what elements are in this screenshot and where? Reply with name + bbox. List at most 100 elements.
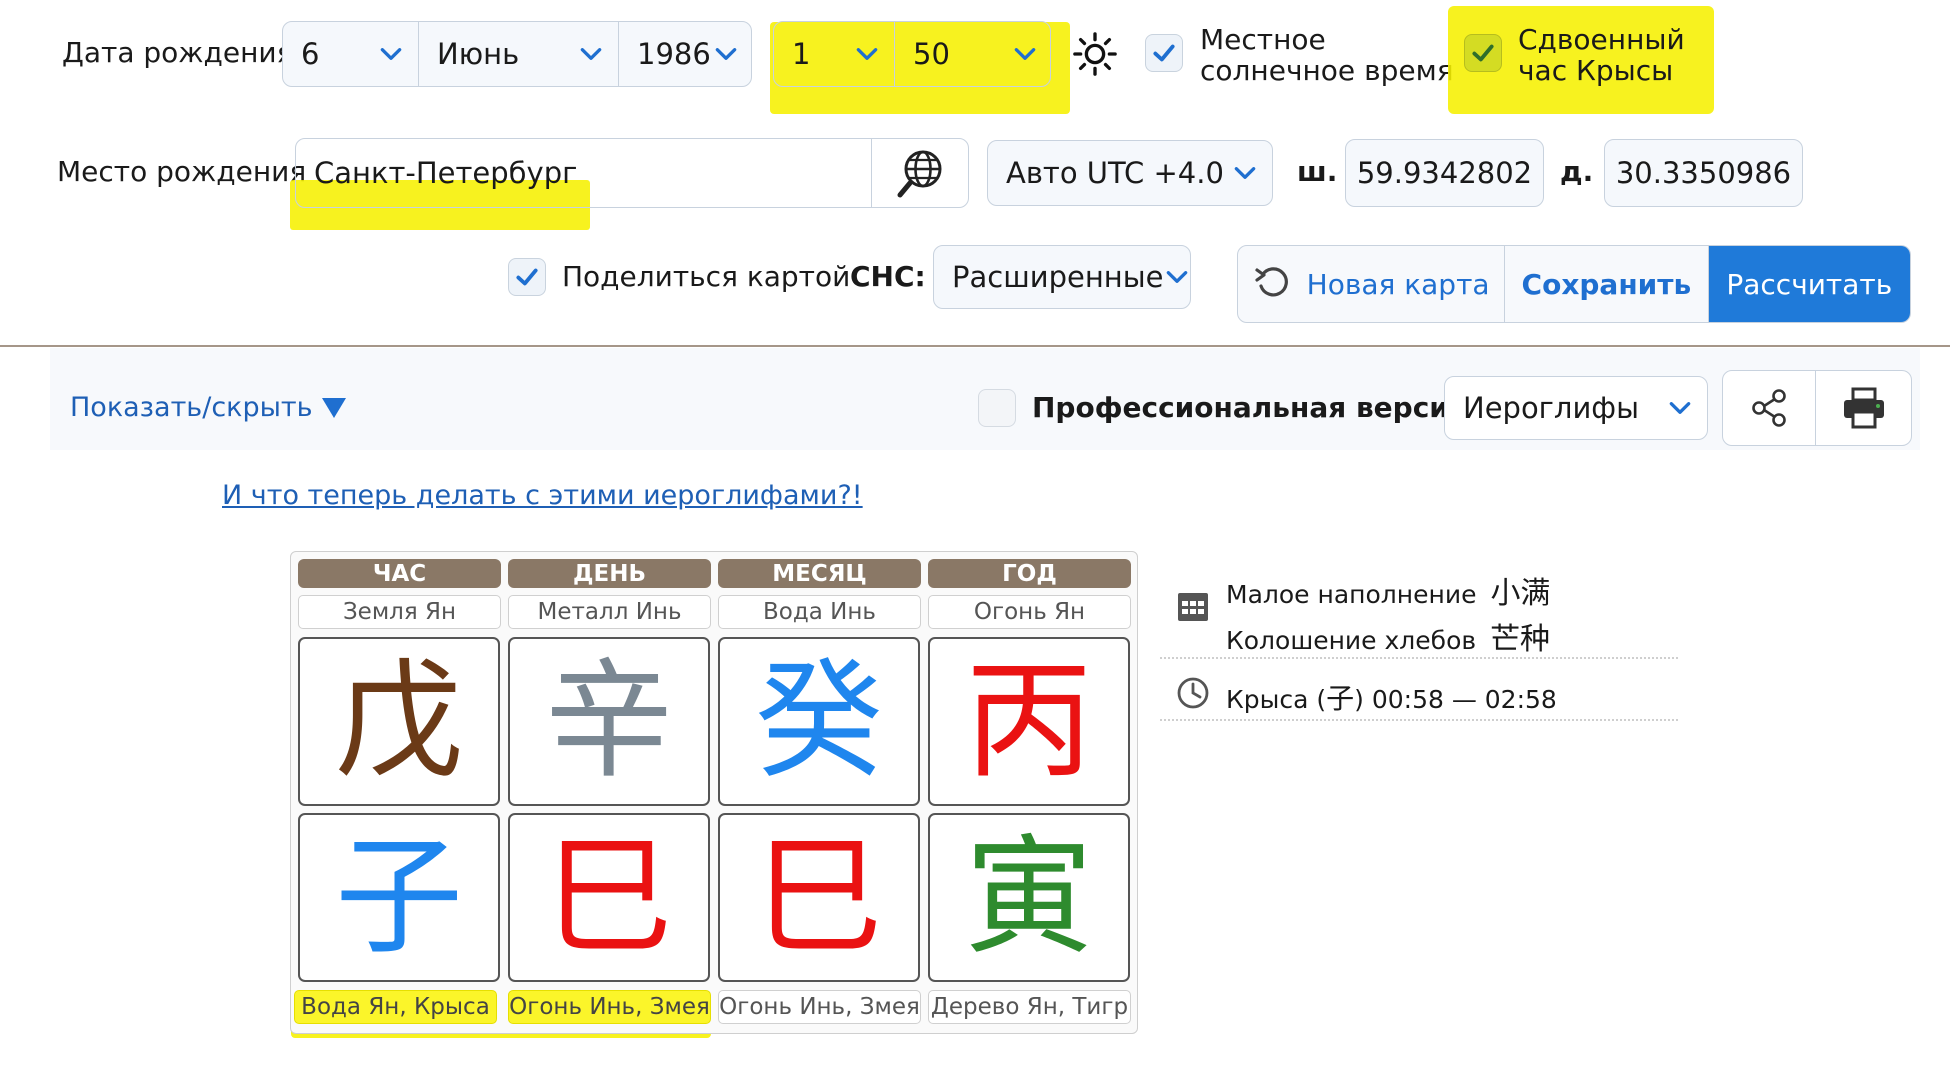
hour-info: Крыса (子) 00:58 — 02:58 <box>1226 677 1557 717</box>
earthly-branch-cell: 巳 <box>718 813 920 982</box>
heavenly-stem-cell: 辛 <box>508 637 710 806</box>
print-icon <box>1843 387 1884 429</box>
share-chart-checkbox[interactable] <box>508 258 546 296</box>
minute-select[interactable]: 50 <box>894 22 1052 86</box>
month-value: Июнь <box>437 37 520 71</box>
minute-value: 50 <box>913 37 950 71</box>
chevron-down-icon <box>1234 167 1256 179</box>
chart-actions: Новая карта Сохранить Рассчитать <box>1237 245 1911 323</box>
stem-element-label: Земля Ян <box>298 595 501 629</box>
hidden-stems-select[interactable]: Расширенные <box>933 245 1191 309</box>
earthly-branch-cell: 子 <box>298 813 500 982</box>
calculate-label: Рассчитать <box>1726 267 1893 301</box>
latitude-input[interactable]: 59.9342802 <box>1345 139 1544 207</box>
latitude-label: ш. <box>1297 155 1338 188</box>
heavenly-stem-cell: 丙 <box>928 637 1130 806</box>
chevron-down-icon <box>856 48 878 60</box>
show-hide-toggle[interactable]: Показать/скрыть <box>70 392 347 423</box>
year-value: 1986 <box>637 37 711 71</box>
solar-term-2: Колошение хлебов 芒种 <box>1226 614 1550 658</box>
month-select[interactable]: Июнь <box>418 22 618 86</box>
branch-element-label: Огонь Инь, Змея <box>508 990 711 1024</box>
chevron-down-icon <box>1014 48 1036 60</box>
share-chart-label: Поделиться картой <box>562 260 851 293</box>
help-link[interactable]: И что теперь делать с этими иероглифами?… <box>222 480 863 511</box>
double-rat-hour-checkbox[interactable] <box>1464 34 1502 72</box>
solar-term-1: Малое наполнение 小满 <box>1226 568 1550 612</box>
city-input[interactable]: Санкт-Петербург <box>296 139 871 207</box>
save-label: Сохранить <box>1521 267 1692 301</box>
clock-icon <box>1177 677 1209 709</box>
heavenly-stem-cell: 戊 <box>298 637 500 806</box>
solar-term-1-chars: 小满 <box>1490 576 1551 611</box>
stem-element-label: Вода Инь <box>718 595 921 629</box>
triangle-down-icon <box>321 397 346 418</box>
calculate-button[interactable]: Рассчитать <box>1708 246 1910 322</box>
hour-info-char: 子 <box>1326 682 1355 715</box>
local-solar-time-checkbox[interactable] <box>1145 34 1183 72</box>
birth-place-label: Место рождения <box>57 155 307 188</box>
birth-time-select-group: 1 50 <box>773 21 1051 87</box>
globe-search-icon <box>897 150 942 198</box>
hidden-stems-label: СНС: <box>850 260 926 293</box>
new-chart-button[interactable]: Новая карта <box>1238 246 1506 322</box>
timezone-select[interactable]: Авто UTC +4.0 <box>987 140 1273 206</box>
timezone-inner: Авто UTC +4.0 <box>988 141 1272 205</box>
longitude-inner: 30.3350986 <box>1605 140 1802 206</box>
hour-info-prefix: Крыса ( <box>1226 685 1327 714</box>
city-field: Санкт-Петербург <box>295 138 969 208</box>
longitude-input[interactable]: 30.3350986 <box>1604 139 1803 207</box>
timezone-value: Авто UTC +4.0 <box>1006 156 1224 190</box>
show-hide-label: Показать/скрыть <box>70 392 313 423</box>
branch-element-label: Дерево Ян, Тигр <box>928 990 1131 1024</box>
new-chart-label: Новая карта <box>1306 267 1490 301</box>
earthly-branch-cell: 巳 <box>508 813 710 982</box>
earthly-branch-cell: 寅 <box>928 813 1130 982</box>
check-icon <box>1472 44 1494 62</box>
heavenly-stem-cell: 癸 <box>718 637 920 806</box>
latitude-inner: 59.9342802 <box>1346 140 1543 206</box>
birth-date-label: Дата рождения <box>62 36 294 69</box>
chevron-down-icon <box>1166 271 1187 283</box>
longitude-value: 30.3350986 <box>1615 156 1792 190</box>
city-value: Санкт-Петербург <box>314 156 578 190</box>
check-icon <box>1153 44 1175 62</box>
pillar-header: ДЕНЬ <box>508 559 711 588</box>
solar-term-2-name: Колошение хлебов <box>1226 626 1477 655</box>
share-print-group <box>1722 370 1912 446</box>
pillar-header: ГОД <box>928 559 1131 588</box>
double-rat-hour-label: Сдвоенный час Крысы <box>1518 23 1685 87</box>
birth-date-select-group: 6 Июнь 1986 <box>282 21 752 87</box>
day-value: 6 <box>301 37 320 71</box>
sun-icon[interactable] <box>1072 31 1118 77</box>
pro-version-label: Профессиональная версия <box>1032 391 1467 424</box>
info-divider <box>1160 719 1678 721</box>
form-separator <box>0 345 1950 347</box>
year-select[interactable]: 1986 <box>618 22 753 86</box>
solar-term-2-chars: 芒种 <box>1490 622 1551 657</box>
share-icon <box>1752 389 1786 427</box>
branch-element-label: Огонь Инь, Змея <box>718 990 921 1024</box>
stem-element-label: Металл Инь <box>508 595 711 629</box>
local-solar-time-label: Местное солнечное время <box>1200 23 1454 87</box>
save-button[interactable]: Сохранить <box>1505 246 1709 322</box>
pillar-header: МЕСЯЦ <box>718 559 921 588</box>
chevron-down-icon <box>380 48 402 60</box>
pro-version-checkbox[interactable] <box>978 389 1016 427</box>
share-button[interactable] <box>1723 371 1817 445</box>
info-divider <box>1160 657 1678 659</box>
day-select[interactable]: 6 <box>283 22 418 86</box>
print-button[interactable] <box>1816 371 1911 445</box>
chevron-down-icon <box>580 48 602 60</box>
check-icon <box>516 268 538 286</box>
hour-select[interactable]: 1 <box>774 22 894 86</box>
globe-search-button[interactable] <box>871 139 970 207</box>
pillar-header: ЧАС <box>298 559 501 588</box>
hidden-stems-inner: Расширенные <box>934 246 1190 308</box>
hour-value: 1 <box>792 37 811 71</box>
calendar-grid-icon <box>1178 593 1208 621</box>
display-mode-value: Иероглифы <box>1463 391 1639 425</box>
display-mode-select[interactable]: Иероглифы <box>1444 376 1708 440</box>
longitude-label: д. <box>1560 155 1594 188</box>
refresh-icon <box>1255 267 1288 297</box>
